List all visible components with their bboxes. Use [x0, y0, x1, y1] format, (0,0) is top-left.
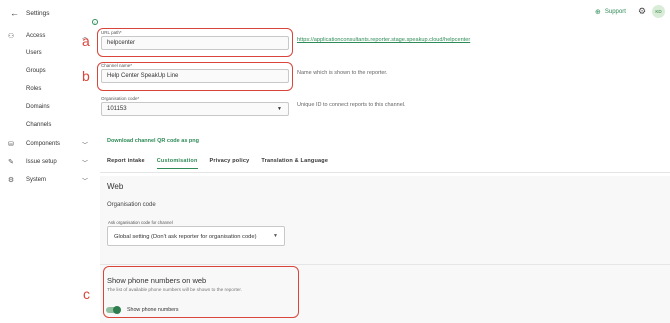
sidebar-item-components[interactable]: ⛁ Components ﹀: [6, 138, 92, 150]
sidebar-item-label: Components: [26, 141, 61, 147]
annotation-letter-c: c: [83, 286, 90, 302]
tools-icon: ✎: [8, 159, 14, 166]
people-icon: ⚇: [7, 33, 15, 40]
section-title: Organisation code: [107, 202, 156, 208]
sidebar-item-label: Access: [26, 33, 46, 39]
sidebar-item-label: Issue setup: [26, 159, 57, 165]
ask-org-code-select[interactable]: Ask organisation code for channel Global…: [107, 220, 285, 246]
caret-down-icon: ▼: [273, 233, 278, 239]
support-link[interactable]: ⊕ Support: [595, 8, 626, 16]
url-path-field: URL path* helpcenter: [101, 30, 289, 50]
database-icon: ⛁: [8, 141, 14, 148]
sidebar-item-users[interactable]: Users: [26, 50, 42, 56]
channel-name-field: Channel name* Help Center SpeakUp Line: [101, 63, 289, 83]
sidebar-item-roles[interactable]: Roles: [26, 86, 41, 92]
annotation-letter-b: b: [82, 68, 90, 84]
tab-translation-language[interactable]: Translation & Language: [261, 158, 328, 169]
org-code-select[interactable]: 101153 ▼: [101, 102, 289, 116]
channel-name-input[interactable]: Help Center SpeakUp Line: [101, 69, 289, 83]
url-path-label: URL path*: [101, 30, 122, 35]
arrow-left-icon[interactable]: ←: [10, 8, 19, 18]
annotation-letter-a: a: [82, 33, 90, 49]
gear-icon: ⚙: [7, 177, 15, 184]
url-path-input[interactable]: helpcenter: [101, 36, 289, 50]
info-icon[interactable]: i: [92, 19, 98, 25]
chevron-down-icon[interactable]: ﹀: [82, 140, 88, 149]
sidebar-item-system[interactable]: ⚙ System ﹀: [6, 174, 92, 186]
settings-back[interactable]: ← Settings: [10, 8, 50, 18]
tab-privacy-policy[interactable]: Privacy policy: [210, 158, 250, 169]
sidebar-title: Settings: [26, 9, 50, 17]
channel-name-label: Channel name*: [101, 63, 133, 68]
sidebar-item-issue-setup[interactable]: ✎ Issue setup ﹀: [6, 156, 92, 168]
sidebar-item-access[interactable]: ⚇ Access ︿: [6, 30, 92, 42]
divider: [100, 264, 670, 265]
sidebar: ← Settings ⚇ Access ︿ Users Groups Roles…: [0, 0, 93, 323]
org-code-value: 101153: [107, 106, 127, 112]
panel-title: Web: [107, 182, 124, 191]
sidebar-item-domains[interactable]: Domains: [26, 104, 50, 110]
ask-org-code-value: Global setting (Don't ask reporter for o…: [114, 234, 257, 240]
lifebuoy-icon: ⊕: [595, 9, 601, 16]
channel-name-hint: Name which is shown to the reporter.: [297, 70, 388, 76]
sidebar-item-groups[interactable]: Groups: [26, 68, 46, 74]
org-code-hint: Unique ID to connect reports to this cha…: [297, 102, 406, 108]
settings-gear-icon[interactable]: ⚙: [638, 6, 646, 17]
ask-org-code-label: Ask organisation code for channel: [108, 220, 173, 225]
org-code-field: Organisation code* 101153 ▼: [101, 96, 289, 116]
support-label: Support: [604, 9, 626, 15]
caret-down-icon: ▼: [277, 106, 282, 112]
org-code-label: Organisation code*: [101, 96, 140, 101]
annotation-box-c: [103, 266, 299, 318]
channel-url-link[interactable]: https://applicationconsultants.reporter.…: [297, 37, 470, 43]
tab-divider: [100, 172, 670, 173]
chevron-down-icon[interactable]: ﹀: [82, 176, 88, 185]
sidebar-item-label: System: [26, 177, 47, 183]
tab-customisation[interactable]: Customisation: [156, 158, 198, 169]
tab-report-intake[interactable]: Report intake: [107, 158, 145, 169]
download-qr-link[interactable]: Download channel QR code as png: [107, 138, 199, 144]
avatar[interactable]: KD: [652, 5, 665, 18]
sidebar-item-channels[interactable]: Channels: [26, 122, 51, 128]
chevron-down-icon[interactable]: ﹀: [82, 158, 88, 167]
tab-bar: Report intake Customisation Privacy poli…: [107, 158, 340, 169]
